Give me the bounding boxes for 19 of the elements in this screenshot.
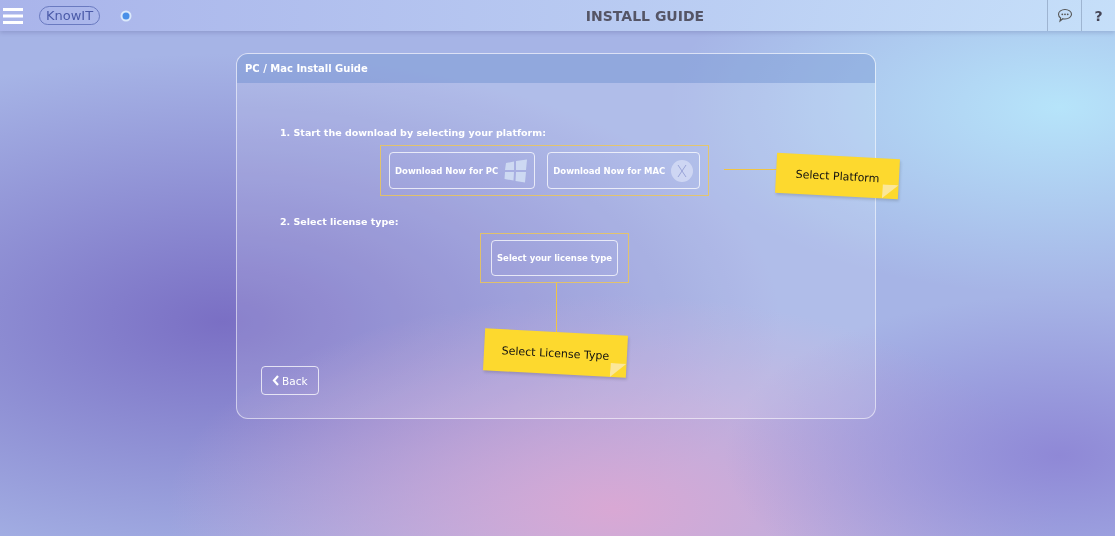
license-button[interactable]: Select your license type	[491, 240, 619, 276]
step-label: 1. Start the download by selecting your platform:	[280, 127, 547, 138]
leader-line	[556, 283, 557, 332]
x-circle-icon	[670, 158, 695, 183]
download-button[interactable]: Download Now for PC	[389, 152, 536, 189]
chat-icon	[1056, 8, 1073, 23]
page-title: INSTALL GUIDE	[584, 7, 706, 24]
step-label: 2. Select license type:	[280, 216, 400, 227]
download-button[interactable]: Download Now for MAC	[547, 152, 701, 189]
folded-corner-icon	[609, 362, 627, 378]
chevron-left-icon	[272, 375, 279, 386]
windows-icon	[503, 158, 530, 183]
card-title: PC / Mac Install Guide	[245, 63, 368, 74]
help-button[interactable]: ?	[1081, 0, 1115, 31]
folded-corner-icon	[881, 184, 899, 200]
leader-line	[724, 169, 777, 170]
status-icon	[120, 9, 133, 22]
menu-icon[interactable]	[3, 7, 23, 24]
back-button[interactable]: Back	[261, 366, 319, 395]
